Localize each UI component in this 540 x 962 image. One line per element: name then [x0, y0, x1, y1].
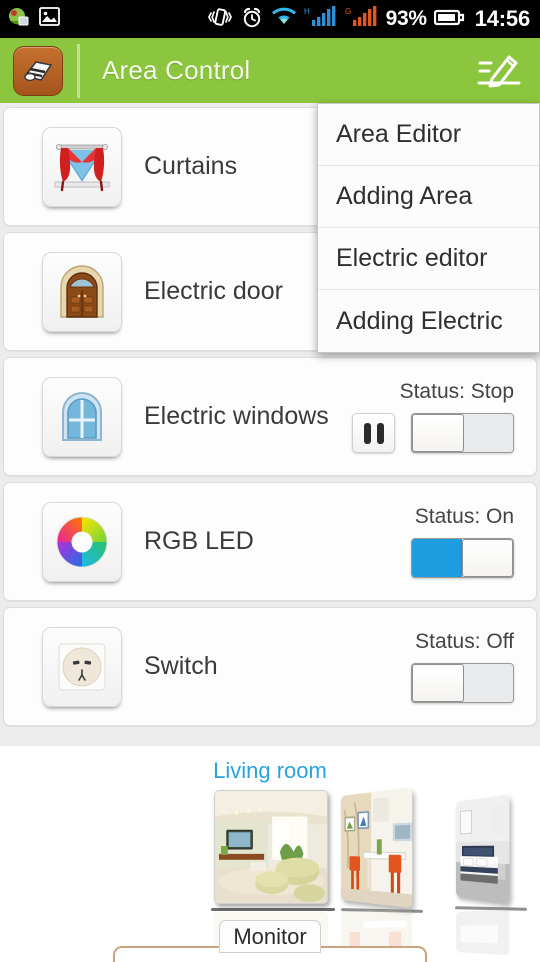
- signal-g-icon: G: [345, 5, 379, 33]
- control-row: [411, 663, 514, 703]
- device-name: Electric door: [144, 277, 283, 305]
- header-divider: [77, 43, 80, 98]
- bedroom-thumbnail[interactable]: [456, 794, 510, 904]
- page-title: Area Control: [102, 55, 251, 85]
- app-header: Area Control: [0, 38, 540, 103]
- edit-pencil-icon[interactable]: [472, 46, 526, 96]
- wifi-icon: [271, 7, 297, 32]
- status-bar-clock: 14:56: [474, 6, 530, 31]
- pause-bar-right: [376, 422, 384, 444]
- toggle-thumb: [412, 664, 464, 702]
- device-name: RGB LED: [144, 527, 254, 555]
- menu-item-adding-area[interactable]: Adding Area: [318, 166, 539, 228]
- color-wheel-icon: [42, 501, 122, 582]
- status-bar: H G 93% 14:56: [0, 0, 540, 38]
- gallery-icon: [39, 7, 60, 31]
- battery-percent-label: 93%: [385, 7, 427, 30]
- toggle-track: [464, 664, 513, 702]
- device-row-electric-windows[interactable]: Electric windows Status: Stop: [3, 357, 537, 476]
- tab-monitor[interactable]: Monitor: [219, 920, 321, 953]
- device-name: Curtains: [144, 152, 238, 180]
- device-row-switch[interactable]: Switch Status: Off: [3, 607, 537, 726]
- toggle-fill-on: [412, 539, 463, 577]
- toggle-thumb: [462, 539, 513, 577]
- pause-button[interactable]: [352, 413, 395, 453]
- battery-icon: [433, 7, 466, 32]
- svg-text:G: G: [345, 7, 351, 16]
- status-bar-right-icons: H G 93% 14:56: [207, 5, 530, 33]
- menu-item-adding-electric[interactable]: Adding Electric: [318, 290, 539, 352]
- toggle-track: [464, 414, 513, 452]
- dining-room-thumbnail[interactable]: [341, 787, 413, 909]
- window-icon: [42, 376, 122, 457]
- device-controls: Status: Off: [411, 630, 514, 703]
- status-label: Status: Stop: [399, 380, 514, 403]
- status-label: Status: Off: [415, 630, 514, 653]
- device-name: Switch: [144, 652, 218, 680]
- pause-bar-left: [363, 422, 371, 444]
- svg-text:H: H: [304, 7, 310, 16]
- signal-h-icon: H: [304, 5, 338, 33]
- status-bar-left-icons: [8, 7, 60, 32]
- power-toggle[interactable]: [411, 663, 514, 703]
- bottom-bar: Monitor: [0, 920, 540, 962]
- device-controls: Status: Stop: [352, 380, 514, 453]
- door-icon: [42, 251, 122, 332]
- power-toggle[interactable]: [411, 538, 514, 578]
- alarm-icon: [240, 6, 264, 33]
- toggle-thumb: [412, 414, 464, 452]
- book-app-icon[interactable]: [13, 45, 63, 96]
- menu-item-area-editor[interactable]: Area Editor: [318, 104, 539, 166]
- coverflow: [0, 787, 540, 960]
- menu-item-electric-editor[interactable]: Electric editor: [318, 228, 539, 290]
- thumbnail-shelf: [211, 908, 335, 911]
- living-room-thumbnail[interactable]: [214, 790, 328, 904]
- vibrate-icon: [207, 6, 233, 33]
- overflow-menu: Area Editor Adding Area Electric editor …: [317, 103, 540, 353]
- power-toggle[interactable]: [411, 413, 514, 453]
- selected-room-label: Living room: [213, 758, 327, 783]
- photo-app-icon: [8, 7, 30, 32]
- device-name: Electric windows: [144, 402, 329, 430]
- device-controls: Status: On: [411, 505, 514, 578]
- control-row: [411, 538, 514, 578]
- status-label: Status: On: [414, 505, 514, 528]
- control-row: [352, 413, 514, 453]
- curtains-icon: [42, 126, 122, 207]
- device-row-rgb-led[interactable]: RGB LED Status: On: [3, 482, 537, 601]
- power-socket-icon: [42, 626, 122, 707]
